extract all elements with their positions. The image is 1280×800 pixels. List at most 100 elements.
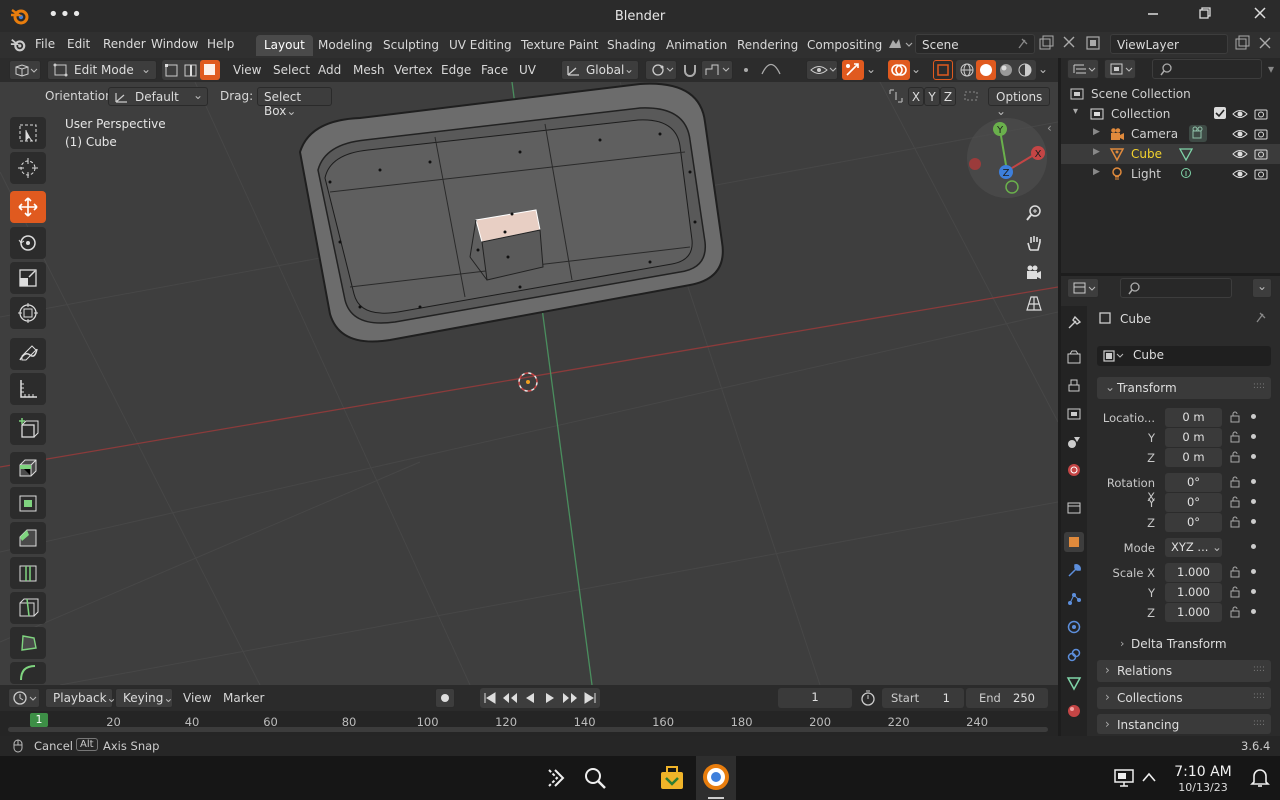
new-view-layer-icon[interactable] (1234, 35, 1250, 51)
camera-render-icon[interactable] (1253, 106, 1269, 122)
properties-editor-type-button[interactable] (1067, 278, 1099, 298)
outliner-row-collection[interactable]: ▾ Collection (1061, 104, 1280, 124)
physics-tab-icon[interactable] (1064, 617, 1084, 637)
modifier-tab-icon[interactable] (1064, 561, 1084, 581)
wireframe-shading-icon[interactable] (959, 62, 975, 78)
mirror-y-button[interactable]: Y (924, 87, 940, 106)
gizmo-dropdown-icon[interactable]: ⌄ (866, 62, 876, 76)
camera-view-icon[interactable] (1025, 264, 1043, 282)
expand-icon[interactable]: ▶ (1093, 127, 1100, 137)
current-frame-field[interactable]: 1 (778, 688, 852, 708)
lock-icon[interactable] (1229, 515, 1241, 529)
tool-tab-icon[interactable] (1064, 313, 1084, 333)
rotation-y-field[interactable]: 0° (1165, 493, 1222, 512)
delete-view-layer-icon[interactable] (1258, 36, 1272, 50)
material-shading-icon[interactable] (998, 62, 1014, 78)
keyframe-dot[interactable] (1251, 544, 1256, 549)
tool-rotate[interactable] (10, 227, 46, 259)
snap-icon[interactable] (681, 61, 699, 79)
tool-bevel[interactable] (10, 522, 46, 554)
3d-viewport[interactable] (0, 82, 1058, 685)
lock-icon[interactable] (1229, 430, 1241, 444)
keyframe-dot[interactable] (1251, 414, 1256, 419)
expand-icon[interactable]: ▶ (1093, 167, 1100, 177)
eye-icon[interactable] (1232, 126, 1248, 142)
close-icon[interactable] (1253, 6, 1267, 20)
start-frame-field[interactable]: Start 1 (882, 688, 964, 708)
eye-icon[interactable] (1232, 146, 1248, 162)
menu-view[interactable]: View (233, 63, 261, 77)
menu-vertex[interactable]: Vertex (394, 63, 433, 77)
blender-taskbar-item[interactable] (696, 756, 736, 800)
minimize-icon[interactable] (1146, 6, 1160, 20)
outliner-row-cube[interactable]: ▶ Cube (1061, 144, 1280, 164)
drag-handle-icon[interactable]: :::: (1253, 381, 1265, 391)
transform-panel-header[interactable]: ⌄ Transform:::: (1097, 377, 1271, 399)
menu-file[interactable]: File (35, 37, 55, 51)
tool-loop-cut[interactable] (10, 557, 46, 589)
tab-uv-editing[interactable]: UV Editing (441, 35, 520, 56)
tool-knife[interactable] (10, 592, 46, 624)
camera-render-icon[interactable] (1253, 126, 1269, 142)
outliner-row-camera[interactable]: ▶ Camera (1061, 124, 1280, 144)
snap-target-button[interactable] (701, 60, 733, 80)
end-frame-field[interactable]: End 250 (966, 688, 1048, 708)
face-select-icon[interactable] (200, 60, 220, 80)
search-icon[interactable] (583, 766, 607, 790)
keyframe-dot[interactable] (1251, 589, 1256, 594)
constraints-tab-icon[interactable] (1064, 645, 1084, 665)
camera-render-icon[interactable] (1253, 146, 1269, 162)
tool-transform[interactable] (10, 297, 46, 329)
pan-hand-icon[interactable] (1025, 234, 1043, 252)
stopwatch-icon[interactable] (859, 689, 877, 707)
menu-uv[interactable]: UV (519, 63, 536, 77)
mirror-x-button[interactable]: X (908, 87, 924, 106)
shading-dropdown-icon[interactable]: ⌄ (1038, 62, 1048, 76)
xray-toggle-button[interactable] (933, 60, 953, 80)
drag-dropdown[interactable]: Select Box⌄ (257, 87, 332, 118)
menu-window[interactable]: Window (151, 37, 198, 51)
view-layer-icon[interactable] (1085, 35, 1107, 51)
keyframe-dot[interactable] (1251, 499, 1256, 504)
clock-time[interactable]: 7:10 AM (1170, 764, 1236, 780)
jump-keyframe-back-icon[interactable] (501, 690, 519, 706)
tool-add-cube[interactable] (10, 413, 46, 445)
keyframe-dot[interactable] (1251, 434, 1256, 439)
sidebar-toggle-icon[interactable]: ‹ (1047, 121, 1052, 135)
tab-compositing[interactable]: Compositing (799, 35, 890, 56)
orientation-dropdown[interactable]: Default ⌄ (108, 87, 208, 106)
outliner-editor-type-button[interactable] (1067, 59, 1099, 79)
zoom-icon[interactable] (1025, 204, 1043, 222)
visibility-button[interactable] (806, 60, 838, 80)
location-z-field[interactable]: 0 m (1165, 448, 1222, 467)
menu-mesh[interactable]: Mesh (353, 63, 385, 77)
light-data-icon[interactable] (1178, 166, 1194, 182)
tool-spin[interactable] (10, 662, 46, 684)
location-y-field[interactable]: 0 m (1165, 428, 1222, 447)
current-frame-marker[interactable]: 1 (30, 713, 48, 727)
tool-cursor[interactable] (10, 152, 46, 184)
lock-icon[interactable] (1229, 410, 1241, 424)
tab-texture-paint[interactable]: Texture Paint (513, 35, 606, 56)
tab-layout[interactable]: Layout (256, 35, 313, 56)
playback-dropdown[interactable]: Playback⌄ (45, 688, 117, 708)
topology-mirror-icon[interactable] (963, 88, 979, 104)
overlay-toggle-button[interactable] (888, 60, 910, 80)
tab-modeling[interactable]: Modeling (310, 35, 381, 56)
collection-tab-icon[interactable] (1064, 498, 1084, 518)
view-layer-field[interactable]: ViewLayer (1110, 34, 1228, 54)
keyframe-dot[interactable] (1251, 454, 1256, 459)
relations-panel-header[interactable]: › Relations:::: (1097, 660, 1271, 682)
data-tab-icon[interactable] (1064, 673, 1084, 693)
tool-annotate[interactable] (10, 338, 46, 370)
outliner-row-light[interactable]: ▶ Light (1061, 164, 1280, 184)
view-layer-tab-icon[interactable] (1064, 404, 1084, 424)
menu-add[interactable]: Add (318, 63, 341, 77)
keyframe-dot[interactable] (1251, 479, 1256, 484)
lock-icon[interactable] (1229, 565, 1241, 579)
edge-select-icon[interactable] (183, 62, 199, 78)
navigation-gizmo[interactable]: Y X Z (966, 117, 1048, 199)
overlay-dropdown-icon[interactable]: ⌄ (911, 62, 921, 76)
output-tab-icon[interactable] (1064, 376, 1084, 396)
expand-icon[interactable]: ▾ (1073, 106, 1078, 117)
